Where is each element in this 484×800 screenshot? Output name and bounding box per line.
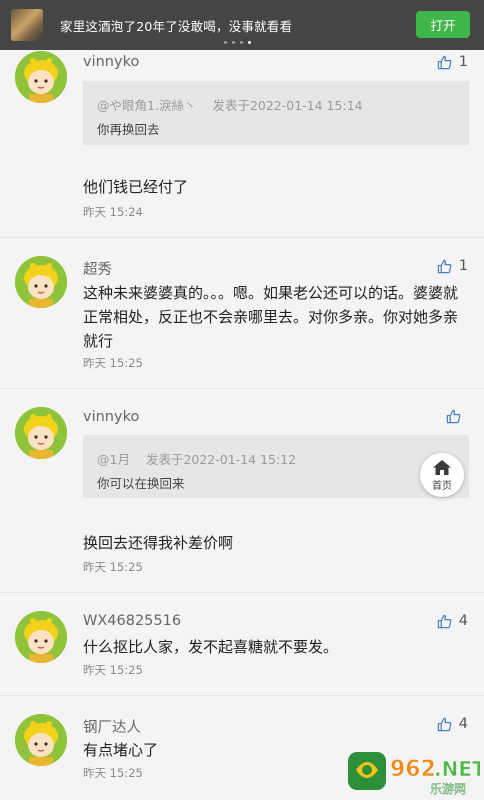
banner-text[interactable]: 家里这酒泡了20年了没敢喝，没事就看看: [60, 16, 292, 35]
watermark-962-logo-icon: 962 .NET 乐游网: [348, 752, 484, 796]
avatar[interactable]: [15, 714, 67, 766]
like-button[interactable]: 4: [437, 716, 468, 732]
avatar-cartoon-icon: [15, 256, 67, 308]
comment-username[interactable]: vinnyko: [83, 54, 139, 70]
banner-thumbnail: [11, 9, 43, 41]
home-button[interactable]: 首页: [420, 453, 464, 497]
home-label: 首页: [432, 480, 452, 492]
home-icon: [433, 459, 451, 475]
carousel-dots: [224, 41, 251, 44]
divider: [0, 695, 484, 696]
quote-time: 发表于2022-01-14 15:12: [145, 452, 297, 467]
quoted-reply: @や眼角1.淚絲丶 发表于2022-01-14 15:14 你再换回去: [83, 81, 469, 145]
divider: [0, 237, 484, 238]
comment-username[interactable]: WX46825516: [83, 613, 181, 629]
quote-text: 你可以在换回来: [97, 476, 185, 491]
comment-time: 昨天 15:25: [83, 356, 143, 370]
comment-text: 换回去还得我补差价啊: [83, 534, 234, 552]
open-app-button[interactable]: 打开: [416, 11, 470, 38]
like-count: 1: [458, 54, 468, 70]
like-button[interactable]: 4: [437, 613, 468, 629]
thumbs-up-icon: [446, 409, 461, 424]
comment-text: 他们钱已经付了: [83, 178, 189, 196]
comment-time: 昨天 15:24: [83, 205, 143, 219]
like-button[interactable]: [446, 409, 468, 424]
comment-time: 昨天 15:25: [83, 560, 143, 574]
thumbs-up-icon: [437, 55, 452, 69]
avatar-cartoon-icon: [15, 611, 67, 663]
quote-author[interactable]: @や眼角1.淚絲丶: [97, 98, 196, 113]
comment-username[interactable]: 钢厂达人: [83, 716, 141, 737]
avatar-cartoon-icon: [15, 714, 67, 766]
avatar[interactable]: [15, 407, 67, 459]
quote-author[interactable]: @1月: [97, 452, 130, 467]
svg-text:962: 962: [390, 757, 436, 782]
comment-time: 昨天 15:25: [83, 766, 143, 780]
divider: [0, 592, 484, 593]
avatar-cartoon-icon: [15, 51, 67, 103]
like-button[interactable]: 1: [437, 54, 468, 70]
comment-username[interactable]: vinnyko: [83, 409, 139, 425]
quote-time: 发表于2022-01-14 15:14: [212, 98, 363, 113]
quoted-reply: @1月 发表于2022-01-14 15:12 你可以在换回来: [83, 435, 469, 498]
avatar[interactable]: [15, 611, 67, 663]
thumbs-up-icon: [437, 259, 452, 273]
comment-username[interactable]: 超秀: [83, 258, 112, 279]
divider: [0, 388, 484, 389]
like-count: 4: [458, 613, 468, 629]
thumbs-up-icon: [437, 614, 452, 628]
comment-text: 什么抠比人家，发不起喜糖就不要发。: [83, 638, 339, 656]
avatar[interactable]: [15, 256, 67, 308]
comment-time: 昨天 15:25: [83, 663, 143, 677]
like-count: 1: [458, 258, 468, 274]
like-count: 4: [458, 716, 468, 732]
avatar[interactable]: [15, 51, 67, 103]
comment-text: 这种未来婆婆真的。。。嗯。如果老公还可以的话。婆婆就正常相处，反正也不会亲哪里去…: [83, 284, 459, 350]
watermark-logo: 962 .NET 乐游网: [346, 748, 484, 796]
avatar-cartoon-icon: [15, 407, 67, 459]
thumbs-up-icon: [437, 717, 452, 731]
like-button[interactable]: 1: [437, 258, 468, 274]
svg-text:.NET: .NET: [434, 757, 480, 781]
quote-text: 你再换回去: [97, 122, 160, 137]
svg-text:乐游网: 乐游网: [430, 782, 466, 796]
app-download-banner[interactable]: 家里这酒泡了20年了没敢喝，没事就看看 打开: [0, 0, 484, 50]
